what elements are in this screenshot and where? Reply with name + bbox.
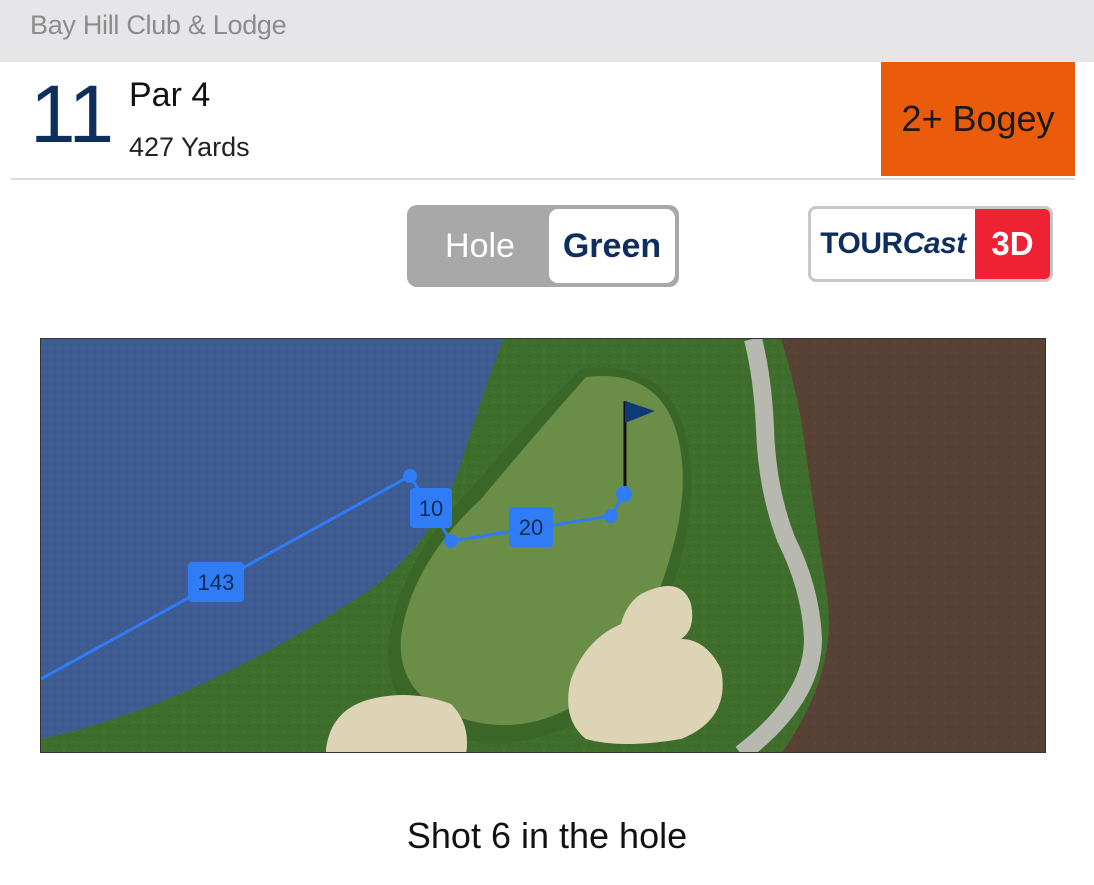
green-map[interactable]: 143 10 20 [40, 338, 1046, 753]
distance-label-text: 10 [419, 496, 443, 521]
hole-yards: 427 Yards [129, 132, 250, 162]
distance-label[interactable]: 143 [188, 562, 244, 602]
shot-marker[interactable] [616, 486, 632, 502]
tourcast-3d-badge: 3D [975, 209, 1050, 279]
shot-marker[interactable] [604, 509, 618, 523]
hole-number: 11 [30, 69, 114, 160]
distance-label-text: 143 [198, 570, 235, 595]
hole-par: Par 4 [129, 76, 211, 114]
tourcast-brand-suffix: Cast [902, 227, 967, 260]
course-header-bar: Bay Hill Club & Lodge [0, 0, 1094, 62]
tourcast-logo: TOUR Cast [811, 209, 975, 279]
toggle-green-option[interactable]: Green [549, 209, 675, 283]
green-map-graphic: 143 10 20 [41, 339, 1045, 752]
course-name: Bay Hill Club & Lodge [30, 10, 287, 40]
toggle-hole-option[interactable]: Hole [411, 209, 549, 283]
shot-description: Shot 6 in the hole [406, 815, 688, 856]
score-label: 2+ Bogey [901, 98, 1055, 139]
tourcast-3d-button[interactable]: TOUR Cast 3D [808, 206, 1053, 282]
shot-marker[interactable] [403, 469, 417, 483]
dirt-area [781, 339, 1045, 752]
tourcast-brand-prefix: TOUR [820, 227, 903, 260]
view-toggle: Hole Green [407, 205, 679, 287]
distance-label-text: 20 [519, 515, 543, 540]
shot-marker[interactable] [444, 534, 458, 548]
distance-label[interactable]: 10 [410, 488, 452, 528]
score-badge: 2+ Bogey [881, 62, 1075, 176]
distance-label[interactable]: 20 [509, 507, 553, 547]
hole-header: 11 Par 4 427 Yards 2+ Bogey [11, 62, 1075, 180]
